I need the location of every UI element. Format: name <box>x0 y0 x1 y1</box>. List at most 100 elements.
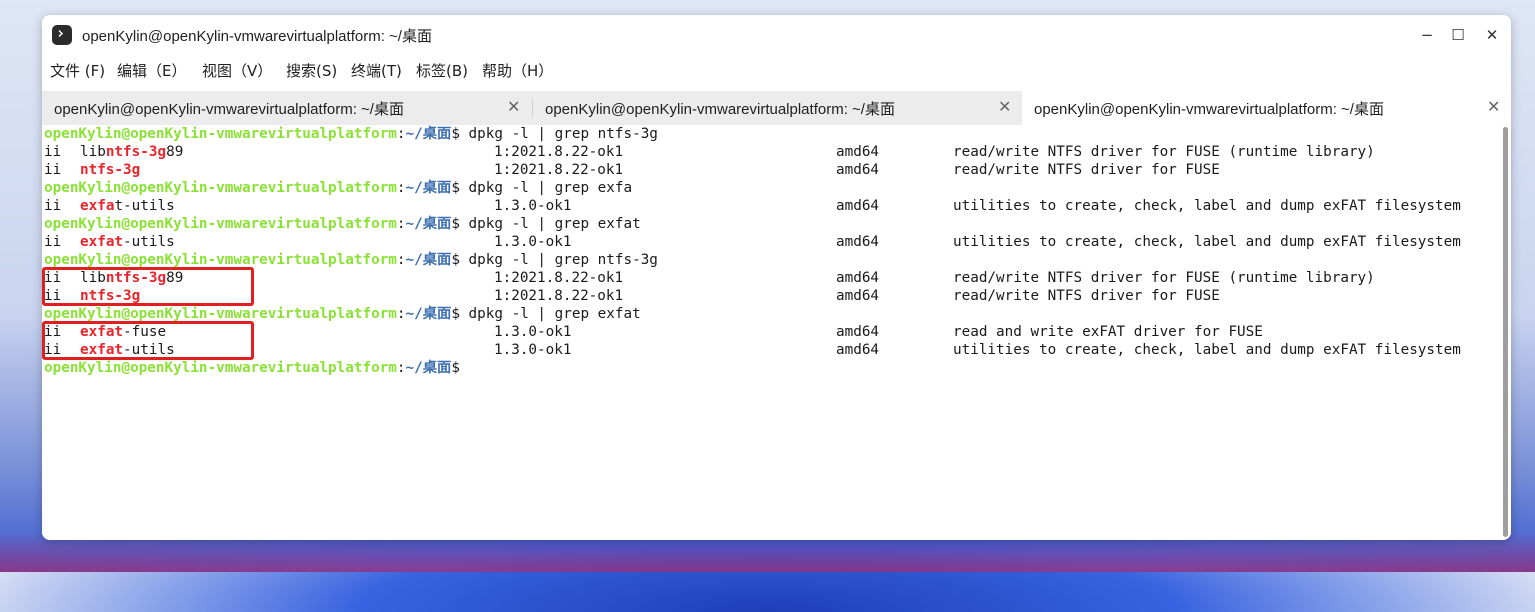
pkg-version: 1:2021.8.22-ok1 <box>494 270 624 286</box>
pkg-name-match: exfat <box>80 234 124 250</box>
minimize-button[interactable]: − <box>1415 23 1439 47</box>
tab-2-close-icon[interactable]: ✕ <box>998 97 1011 117</box>
tab-2-label: openKylin@openKylin-vmwarevirtualplatfor… <box>545 101 895 118</box>
window-title: openKylin@openKylin-vmwarevirtualplatfor… <box>82 28 432 45</box>
prompt-line: openKylin@openKylin-vmwarevirtualplatfor… <box>44 215 641 233</box>
terminal-app-icon <box>52 25 72 45</box>
pkg-name-match: ntfs-3g <box>80 162 141 178</box>
prompt-user: openKylin@openKylin-vmwarevirtualplatfor… <box>44 360 397 376</box>
pkg-name-part: lib <box>80 144 106 160</box>
package-row: ii libntfs-3g89 1:2021.8.22-ok1 amd64 re… <box>44 143 1375 161</box>
pkg-description: read/write NTFS driver for FUSE (runtime… <box>953 144 1375 160</box>
prompt-path: ~/桌面 <box>405 252 452 268</box>
package-row: ii exfat-utils 1.3.0-ok1 amd64 utilities… <box>44 197 1461 215</box>
pkg-status: ii <box>44 234 62 250</box>
pkg-name-match: ntfs-3g <box>105 144 167 160</box>
menu-view[interactable]: 视图（V） <box>202 60 272 81</box>
pkg-version: 1.3.0-ok1 <box>494 234 572 250</box>
prompt-dollar: $ <box>451 216 460 232</box>
pkg-version: 1:2021.8.22-ok1 <box>494 162 624 178</box>
pkg-description: read/write NTFS driver for FUSE (runtime… <box>953 270 1375 286</box>
menu-bar: 文件 (F) 编辑（E） 视图（V） 搜索(S) 终端(T) 标签(B) 帮助（… <box>42 57 1511 85</box>
title-bar[interactable]: openKylin@openKylin-vmwarevirtualplatfor… <box>42 15 1511 55</box>
prompt-path: ~/桌面 <box>405 216 452 232</box>
pkg-arch: amd64 <box>836 288 880 304</box>
pkg-arch: amd64 <box>836 198 880 214</box>
prompt-sep: : <box>396 216 406 232</box>
tab-3-close-icon[interactable]: ✕ <box>1487 97 1500 117</box>
menu-help[interactable]: 帮助（H） <box>482 60 553 81</box>
package-row: ii ntfs-3g 1:2021.8.22-ok1 amd64 read/wr… <box>44 161 1220 179</box>
pkg-description: utilities to create, check, label and du… <box>953 234 1461 250</box>
prompt-dollar: $ <box>451 252 460 268</box>
highlight-box-exfat <box>42 321 254 360</box>
tab-1-label: openKylin@openKylin-vmwarevirtualplatfor… <box>54 101 404 118</box>
package-row: ii exfat-utils 1.3.0-ok1 amd64 utilities… <box>44 233 1461 251</box>
prompt-path: ~/桌面 <box>405 306 452 322</box>
tab-bar: openKylin@openKylin-vmwarevirtualplatfor… <box>42 91 1511 125</box>
command-text: dpkg -l | grep ntfs-3g <box>468 252 658 268</box>
pkg-description: read/write NTFS driver for FUSE <box>953 162 1220 178</box>
prompt-dollar: $ <box>451 360 460 376</box>
close-button[interactable]: ✕ <box>1480 23 1504 47</box>
prompt-sep: : <box>396 126 406 142</box>
highlight-box-ntfs <box>42 267 254 306</box>
pkg-name-match: exfa <box>80 198 115 214</box>
command-text: dpkg -l | grep exfat <box>468 306 641 322</box>
prompt-dollar: $ <box>451 306 460 322</box>
pkg-arch: amd64 <box>836 270 880 286</box>
pkg-name-part: t-utils <box>114 198 175 214</box>
maximize-button[interactable]: ☐ <box>1446 23 1470 47</box>
prompt-path: ~/桌面 <box>405 180 452 196</box>
pkg-version: 1:2021.8.22-ok1 <box>494 144 624 160</box>
prompt-line: openKylin@openKylin-vmwarevirtualplatfor… <box>44 359 460 377</box>
menu-file[interactable]: 文件 (F) <box>50 60 105 81</box>
command-text: dpkg -l | grep exfat <box>468 216 641 232</box>
prompt-sep: : <box>396 306 406 322</box>
terminal-window: openKylin@openKylin-vmwarevirtualplatfor… <box>42 15 1511 540</box>
pkg-arch: amd64 <box>836 324 880 340</box>
menu-search[interactable]: 搜索(S) <box>286 60 337 81</box>
terminal-output[interactable]: openKylin@openKylin-vmwarevirtualplatfor… <box>42 125 1501 540</box>
menu-terminal[interactable]: 终端(T) <box>351 60 402 81</box>
prompt-sep: : <box>396 252 406 268</box>
menu-tabs[interactable]: 标签(B) <box>416 60 468 81</box>
prompt-user: openKylin@openKylin-vmwarevirtualplatfor… <box>44 126 397 142</box>
menu-edit[interactable]: 编辑（E） <box>117 60 186 81</box>
prompt-path: ~/桌面 <box>405 360 452 376</box>
prompt-user: openKylin@openKylin-vmwarevirtualplatfor… <box>44 180 397 196</box>
tab-2[interactable]: openKylin@openKylin-vmwarevirtualplatfor… <box>533 91 1022 125</box>
prompt-dollar: $ <box>451 180 460 196</box>
pkg-status: ii <box>44 162 62 178</box>
pkg-description: read and write exFAT driver for FUSE <box>953 324 1263 340</box>
scrollbar-thumb[interactable] <box>1503 127 1508 537</box>
pkg-arch: amd64 <box>836 342 880 358</box>
command-text: dpkg -l | grep ntfs-3g <box>468 126 658 142</box>
prompt-user: openKylin@openKylin-vmwarevirtualplatfor… <box>44 216 397 232</box>
pkg-description: utilities to create, check, label and du… <box>953 342 1461 358</box>
pkg-version: 1:2021.8.22-ok1 <box>494 288 624 304</box>
scrollbar[interactable] <box>1501 125 1511 540</box>
pkg-arch: amd64 <box>836 234 880 250</box>
tab-1[interactable]: openKylin@openKylin-vmwarevirtualplatfor… <box>42 91 532 125</box>
pkg-arch: amd64 <box>836 162 880 178</box>
pkg-description: read/write NTFS driver for FUSE <box>953 288 1220 304</box>
prompt-dollar: $ <box>451 126 460 142</box>
prompt-line: openKylin@openKylin-vmwarevirtualplatfor… <box>44 125 658 143</box>
pkg-name-part: -utils <box>123 234 175 250</box>
tab-3-active[interactable]: openKylin@openKylin-vmwarevirtualplatfor… <box>1022 91 1511 125</box>
prompt-user: openKylin@openKylin-vmwarevirtualplatfor… <box>44 306 397 322</box>
tab-1-close-icon[interactable]: ✕ <box>507 97 520 117</box>
pkg-description: utilities to create, check, label and du… <box>953 198 1461 214</box>
pkg-version: 1.3.0-ok1 <box>494 324 572 340</box>
pkg-version: 1.3.0-ok1 <box>494 198 572 214</box>
prompt-sep: : <box>396 360 406 376</box>
pkg-name-part: 89 <box>166 144 184 160</box>
pkg-version: 1.3.0-ok1 <box>494 342 572 358</box>
prompt-sep: : <box>396 180 406 196</box>
prompt-line: openKylin@openKylin-vmwarevirtualplatfor… <box>44 179 632 197</box>
pkg-arch: amd64 <box>836 144 880 160</box>
command-text: dpkg -l | grep exfa <box>468 180 633 196</box>
pkg-status: ii <box>44 144 62 160</box>
prompt-user: openKylin@openKylin-vmwarevirtualplatfor… <box>44 252 397 268</box>
